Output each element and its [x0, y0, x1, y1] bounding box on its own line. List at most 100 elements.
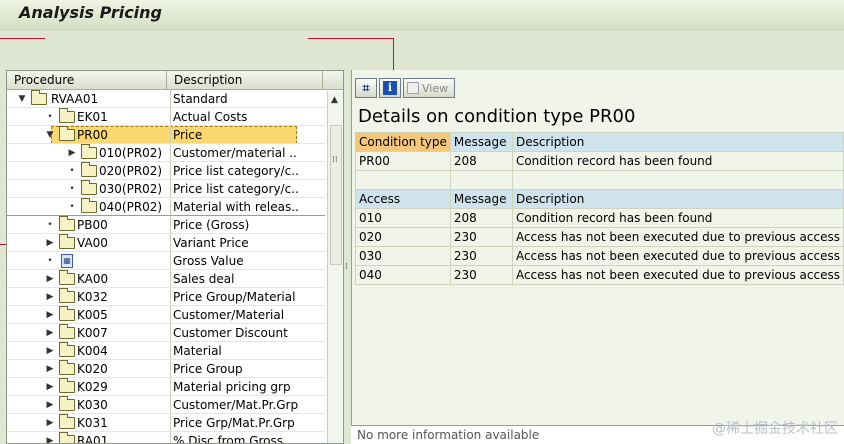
- info-icon: i: [383, 81, 397, 95]
- panel-splitter[interactable]: ⁞: [344, 70, 351, 444]
- condition-table: Condition type Message Description PR00 …: [355, 132, 844, 285]
- table-row[interactable]: 040 230 Access has not been executed due…: [355, 265, 844, 285]
- column-divider: [170, 108, 171, 126]
- tree-row-code: KA00: [77, 272, 109, 286]
- cell-access: 010: [355, 208, 451, 228]
- tree-row-description: Customer/Mat.Pr.Grp: [173, 398, 298, 412]
- binoculars-icon: ⌗: [362, 80, 370, 95]
- tree-row[interactable]: • 030(PR02) Price list category/c...: [7, 180, 343, 198]
- tree-row-code: 020(PR02): [99, 164, 163, 178]
- expand-icon[interactable]: ▶: [45, 435, 55, 443]
- cell-message: 208: [449, 208, 513, 228]
- tree-row-description: Price Grp/Mat.Pr.Grp: [173, 416, 295, 430]
- tree-row-description: Standard: [173, 92, 228, 106]
- table-row[interactable]: 020 230 Access has not been executed due…: [355, 227, 844, 247]
- tree-row[interactable]: ▶ K029 Material pricing grp: [7, 378, 343, 396]
- tree-row[interactable]: ▼ RVAA01 Standard: [7, 90, 343, 108]
- tree-row[interactable]: ▼ PR00 Price: [7, 126, 343, 144]
- expand-icon[interactable]: ▶: [45, 399, 55, 411]
- tree-row[interactable]: ▶ K031 Price Grp/Mat.Pr.Grp: [7, 414, 343, 432]
- watermark-text: @稀土掘金技术社区: [712, 421, 838, 437]
- column-divider: [170, 414, 171, 432]
- tree-row[interactable]: • ▦ Gross Value: [7, 252, 343, 270]
- tree-row-description: Material pricing grp: [173, 380, 291, 394]
- tree-row[interactable]: ▶ K020 Price Group: [7, 360, 343, 378]
- view-button[interactable]: View: [403, 78, 455, 98]
- expand-icon[interactable]: ▶: [45, 417, 55, 429]
- tree-row[interactable]: • 040(PR02) Material with releas...: [7, 198, 343, 216]
- tree-scrollbar[interactable]: ▲ ⁞⁞: [327, 91, 343, 443]
- expand-icon[interactable]: ▶: [45, 327, 55, 339]
- tree-row-description: Actual Costs: [173, 110, 248, 124]
- scroll-up-icon[interactable]: ▲: [331, 95, 338, 105]
- window-title: Analysis Pricing: [19, 3, 163, 22]
- table-header-row: Access Message Description: [355, 189, 844, 209]
- find-button[interactable]: ⌗: [355, 78, 377, 98]
- expand-icon[interactable]: ▶: [45, 363, 55, 375]
- info-button[interactable]: i: [379, 78, 401, 98]
- tree-row[interactable]: • EK01 Actual Costs: [7, 108, 343, 126]
- grip-icon: ⁞⁞: [332, 155, 338, 165]
- title-bar: Analysis Pricing: [0, 0, 844, 30]
- tree-row-description: Customer/Material: [173, 308, 285, 322]
- tree-row-code: RVAA01: [51, 92, 99, 106]
- folder-icon: [59, 126, 75, 141]
- tree-row-description: Variant Price: [173, 236, 249, 250]
- tree-row-description: Customer/material ...: [173, 146, 298, 160]
- expand-icon[interactable]: ▶: [45, 273, 55, 285]
- table-row[interactable]: 010 208 Condition record has been found: [355, 208, 844, 228]
- expand-icon[interactable]: ▶: [45, 237, 55, 249]
- folder-icon: [59, 414, 75, 429]
- tree-row[interactable]: ▶ K032 Price Group/Material: [7, 288, 343, 306]
- tree-row[interactable]: • 020(PR02) Price list category/c...: [7, 162, 343, 180]
- cell-access: 040: [355, 265, 451, 285]
- splitter-grip-icon: ⁞: [345, 262, 348, 272]
- leaf-bullet-icon: •: [69, 184, 75, 194]
- tree-row[interactable]: ▶ 010(PR02) Customer/material ...: [7, 144, 343, 162]
- tree-row[interactable]: ▶ K004 Material: [7, 342, 343, 360]
- tree-row-description: Gross Value: [173, 254, 244, 268]
- folder-icon: [59, 378, 75, 393]
- folder-icon: [59, 234, 75, 249]
- collapse-icon[interactable]: ▼: [45, 129, 55, 141]
- detail-panel: ⌗ i View Details on condition type PR00 …: [351, 70, 844, 444]
- tree-row-description: Price (Gross): [173, 218, 250, 232]
- cell-message: 230: [449, 227, 513, 247]
- tree-row[interactable]: ▶ K030 Customer/Mat.Pr.Grp: [7, 396, 343, 414]
- table-row[interactable]: 030 230 Access has not been executed due…: [355, 246, 844, 266]
- tree-row-code: K030: [77, 398, 108, 412]
- column-divider: [170, 306, 171, 324]
- tree-row[interactable]: ▶ K005 Customer/Material: [7, 306, 343, 324]
- column-header-description[interactable]: Description: [167, 71, 323, 89]
- tree-row[interactable]: • PB00 Price (Gross): [7, 216, 343, 234]
- column-divider: [170, 234, 171, 252]
- tree-row-code: VA00: [77, 236, 108, 250]
- tree-row[interactable]: ▶ K007 Customer Discount: [7, 324, 343, 342]
- collapse-icon[interactable]: ▼: [17, 93, 27, 105]
- leaf-bullet-icon: •: [47, 256, 53, 266]
- tree-row-code: K020: [77, 362, 108, 376]
- cell-message: 230: [449, 265, 513, 285]
- tree-row[interactable]: ▶ VA00 Variant Price: [7, 234, 343, 252]
- tree-row-code: K007: [77, 326, 108, 340]
- expand-icon[interactable]: ▶: [45, 381, 55, 393]
- expand-icon[interactable]: ▶: [45, 345, 55, 357]
- folder-icon: [81, 198, 97, 213]
- tree-header: Procedure Description: [7, 71, 343, 90]
- leaf-bullet-icon: •: [69, 202, 75, 212]
- expand-icon[interactable]: ▶: [45, 291, 55, 303]
- tree-row[interactable]: ▶ RA01 % Disc.from Gross: [7, 432, 343, 443]
- tree-row-description: Price list category/c...: [173, 164, 298, 178]
- scroll-thumb[interactable]: [330, 125, 342, 265]
- column-header-procedure[interactable]: Procedure: [7, 71, 167, 89]
- expand-icon[interactable]: ▶: [45, 309, 55, 321]
- column-divider: [170, 144, 171, 162]
- application-toolbar: [0, 31, 844, 63]
- tree-row-description: Price: [173, 128, 203, 142]
- column-divider: [170, 288, 171, 306]
- table-row[interactable]: PR00 208 Condition record has been found: [355, 151, 844, 171]
- tree-row-code: PB00: [77, 218, 108, 232]
- expand-icon[interactable]: ▶: [67, 147, 77, 159]
- tree-row[interactable]: ▶ KA00 Sales deal: [7, 270, 343, 288]
- column-divider: [170, 432, 171, 443]
